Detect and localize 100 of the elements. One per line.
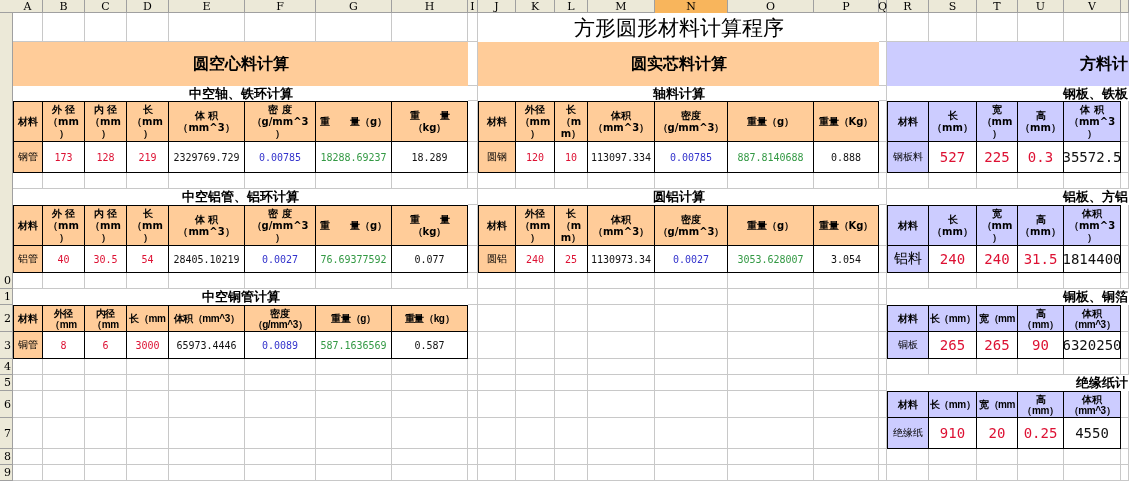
table-cell: 25: [555, 246, 588, 273]
header-cell: 密 度（g/mm^3）: [245, 101, 316, 142]
table-title: 中空铜管计算: [13, 289, 468, 305]
table-cell: 0.00785: [655, 142, 728, 173]
table-cell: 6: [85, 332, 127, 359]
sheet-title: 方形圆形材料计算程序: [478, 13, 879, 42]
column-header[interactable]: I: [468, 0, 478, 13]
row-header[interactable]: 4: [0, 359, 13, 375]
table-cell: 887.8140688: [728, 142, 814, 173]
header-cell: 外径（mm）: [516, 205, 555, 246]
header-cell: 材料: [887, 305, 929, 332]
material-cell: 绝缘纸: [887, 418, 929, 449]
header-cell: 宽（mm: [977, 391, 1018, 418]
material-cell: 铜管: [13, 332, 43, 359]
header-cell: 宽（mm）: [977, 205, 1018, 246]
header-cell: 密 度（g/mm^3）: [245, 205, 316, 246]
header-cell: 长（mm）: [127, 101, 169, 142]
column-header[interactable]: G: [316, 0, 392, 13]
header-cell: 内 径（mm）: [85, 205, 127, 246]
header-cell: 长（mm）: [929, 101, 977, 142]
row-header[interactable]: 7: [0, 418, 13, 449]
header-cell: 重量（kg）: [392, 305, 468, 332]
material-cell: 圆铝: [478, 246, 516, 273]
column-header[interactable]: R: [887, 0, 929, 13]
header-cell: 材料: [887, 101, 929, 142]
header-cell: 材料: [478, 101, 516, 142]
column-header[interactable]: E: [169, 0, 245, 13]
table-title: 铝板、方铝: [887, 189, 1129, 205]
table-cell: 265: [977, 332, 1018, 359]
header-cell: 长（mm）: [555, 205, 588, 246]
column-header[interactable]: A: [13, 0, 43, 13]
header-cell: 体积（mm^3）: [1064, 205, 1121, 246]
table-cell: 54: [127, 246, 169, 273]
row-header[interactable]: 6: [0, 391, 13, 418]
header-cell: 重 量（kg）: [392, 205, 468, 246]
header-cell: 长（mm）: [127, 205, 169, 246]
column-header[interactable]: D: [127, 0, 169, 13]
header-cell: 长（mm: [127, 305, 169, 332]
column-header[interactable]: F: [245, 0, 316, 13]
table-cell: 40: [43, 246, 85, 273]
table-cell: 31.5: [1018, 246, 1064, 273]
header-cell: 材料: [13, 205, 43, 246]
header-cell: 体积（mm^3）: [1064, 305, 1121, 332]
table-cell: 10: [555, 142, 588, 173]
material-cell: 钢管: [13, 142, 43, 173]
header-cell: 外 径（mm）: [43, 101, 85, 142]
header-cell: 体 积（mm^3）: [169, 101, 245, 142]
table-cell: 120: [516, 142, 555, 173]
header-cell: 体积（mm^3）: [588, 101, 655, 142]
table-cell: 240: [977, 246, 1018, 273]
header-cell: 体积（mm^3）: [588, 205, 655, 246]
column-header[interactable]: U: [1018, 0, 1064, 13]
table-cell: 65973.4446: [169, 332, 245, 359]
header-cell: 高（mm）: [1018, 305, 1064, 332]
material-cell: 铝管: [13, 246, 43, 273]
column-header[interactable]: C: [85, 0, 127, 13]
table-cell: 0.0027: [245, 246, 316, 273]
header-cell: 体积（mm^3）: [1064, 391, 1121, 418]
column-header[interactable]: N: [655, 0, 728, 13]
table-cell: 113097.334: [588, 142, 655, 173]
header-cell: 高（mm）: [1018, 101, 1064, 142]
table-cell: 910: [929, 418, 977, 449]
header-cell: 长（mm）: [929, 305, 977, 332]
header-cell: 重 量（kg）: [392, 101, 468, 142]
column-header[interactable]: S: [929, 0, 977, 13]
header-cell: 重量（Kg）: [814, 205, 879, 246]
header-cell: 密度（g/mm^3）: [655, 101, 728, 142]
header-cell: 外径（mm: [43, 305, 85, 332]
column-header[interactable]: B: [43, 0, 85, 13]
section-banner: 方料计: [887, 42, 1129, 86]
table-cell: 90: [1018, 332, 1064, 359]
column-header[interactable]: Q: [879, 0, 887, 13]
table-title: 铜板、铜箔: [887, 289, 1129, 305]
column-header[interactable]: V: [1064, 0, 1121, 13]
header-cell: 材料: [887, 205, 929, 246]
row-header[interactable]: 8: [0, 449, 13, 465]
table-cell: 30.5: [85, 246, 127, 273]
row-header[interactable]: 5: [0, 375, 13, 391]
header-cell: 宽（mm）: [977, 101, 1018, 142]
row-header[interactable]: 9: [0, 465, 13, 481]
header-cell: 重量（Kg）: [814, 101, 879, 142]
table-title: 中空轴、铁环计算: [13, 86, 468, 101]
table-title: 绝缘纸计: [887, 375, 1129, 391]
table-title: 中空铝管、铝环计算: [13, 189, 468, 205]
table-cell: 0.0089: [245, 332, 316, 359]
column-header[interactable]: T: [977, 0, 1018, 13]
header-cell: 重 量（g）: [316, 101, 392, 142]
header-cell: 材料: [478, 205, 516, 246]
table-cell: 0.25: [1018, 418, 1064, 449]
header-cell: 重量（g）: [316, 305, 392, 332]
header-cell: 内径（mm: [85, 305, 127, 332]
header-cell: 长（mm）: [929, 205, 977, 246]
table-cell: 1130973.34: [588, 246, 655, 273]
table-cell: 8: [43, 332, 85, 359]
column-header[interactable]: H: [392, 0, 468, 13]
material-cell: 铝料: [887, 246, 929, 273]
table-cell: 219: [127, 142, 169, 173]
table-cell: 4550: [1064, 418, 1121, 449]
header-cell: 外径（mm）: [516, 101, 555, 142]
table-title: 钢板、铁板: [887, 86, 1129, 101]
